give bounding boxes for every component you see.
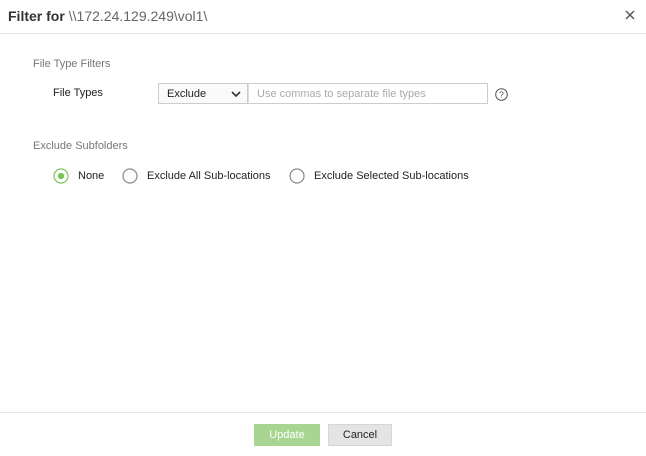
radio-unselected-icon [122,168,138,184]
file-types-input[interactable] [248,83,488,104]
dialog-header: Filter for \\172.24.129.249\vol1\ [0,0,646,34]
dialog-title: Filter for \\172.24.129.249\vol1\ [8,8,207,24]
help-button[interactable]: ? [495,88,508,101]
question-circle-icon: ? [495,88,508,101]
radio-label-exclude-selected: Exclude Selected Sub-locations [314,170,469,182]
chevron-down-icon [231,91,241,98]
cancel-button[interactable]: Cancel [328,424,392,446]
update-button[interactable]: Update [254,424,320,446]
exclude-subfolders-heading: Exclude Subfolders [33,140,128,152]
file-types-label: File Types [53,87,103,99]
filter-dialog: Filter for \\172.24.129.249\vol1\ File Ty… [0,0,646,455]
radio-unselected-icon [289,168,305,184]
dialog-footer: Update Cancel [0,412,646,456]
radio-selected-icon [53,168,69,184]
file-type-mode-value: Exclude [167,88,207,100]
file-type-filters-heading: File Type Filters [33,58,111,70]
dialog-title-path: \\172.24.129.249\vol1\ [68,8,208,24]
radio-label-none: None [78,170,105,182]
svg-text:?: ? [499,90,504,100]
close-button[interactable] [623,8,637,22]
file-type-mode-select[interactable]: Exclude [158,83,248,104]
radio-label-exclude-all: Exclude All Sub-locations [147,170,271,182]
dialog-title-prefix: Filter for [8,8,65,24]
close-icon [625,10,635,20]
